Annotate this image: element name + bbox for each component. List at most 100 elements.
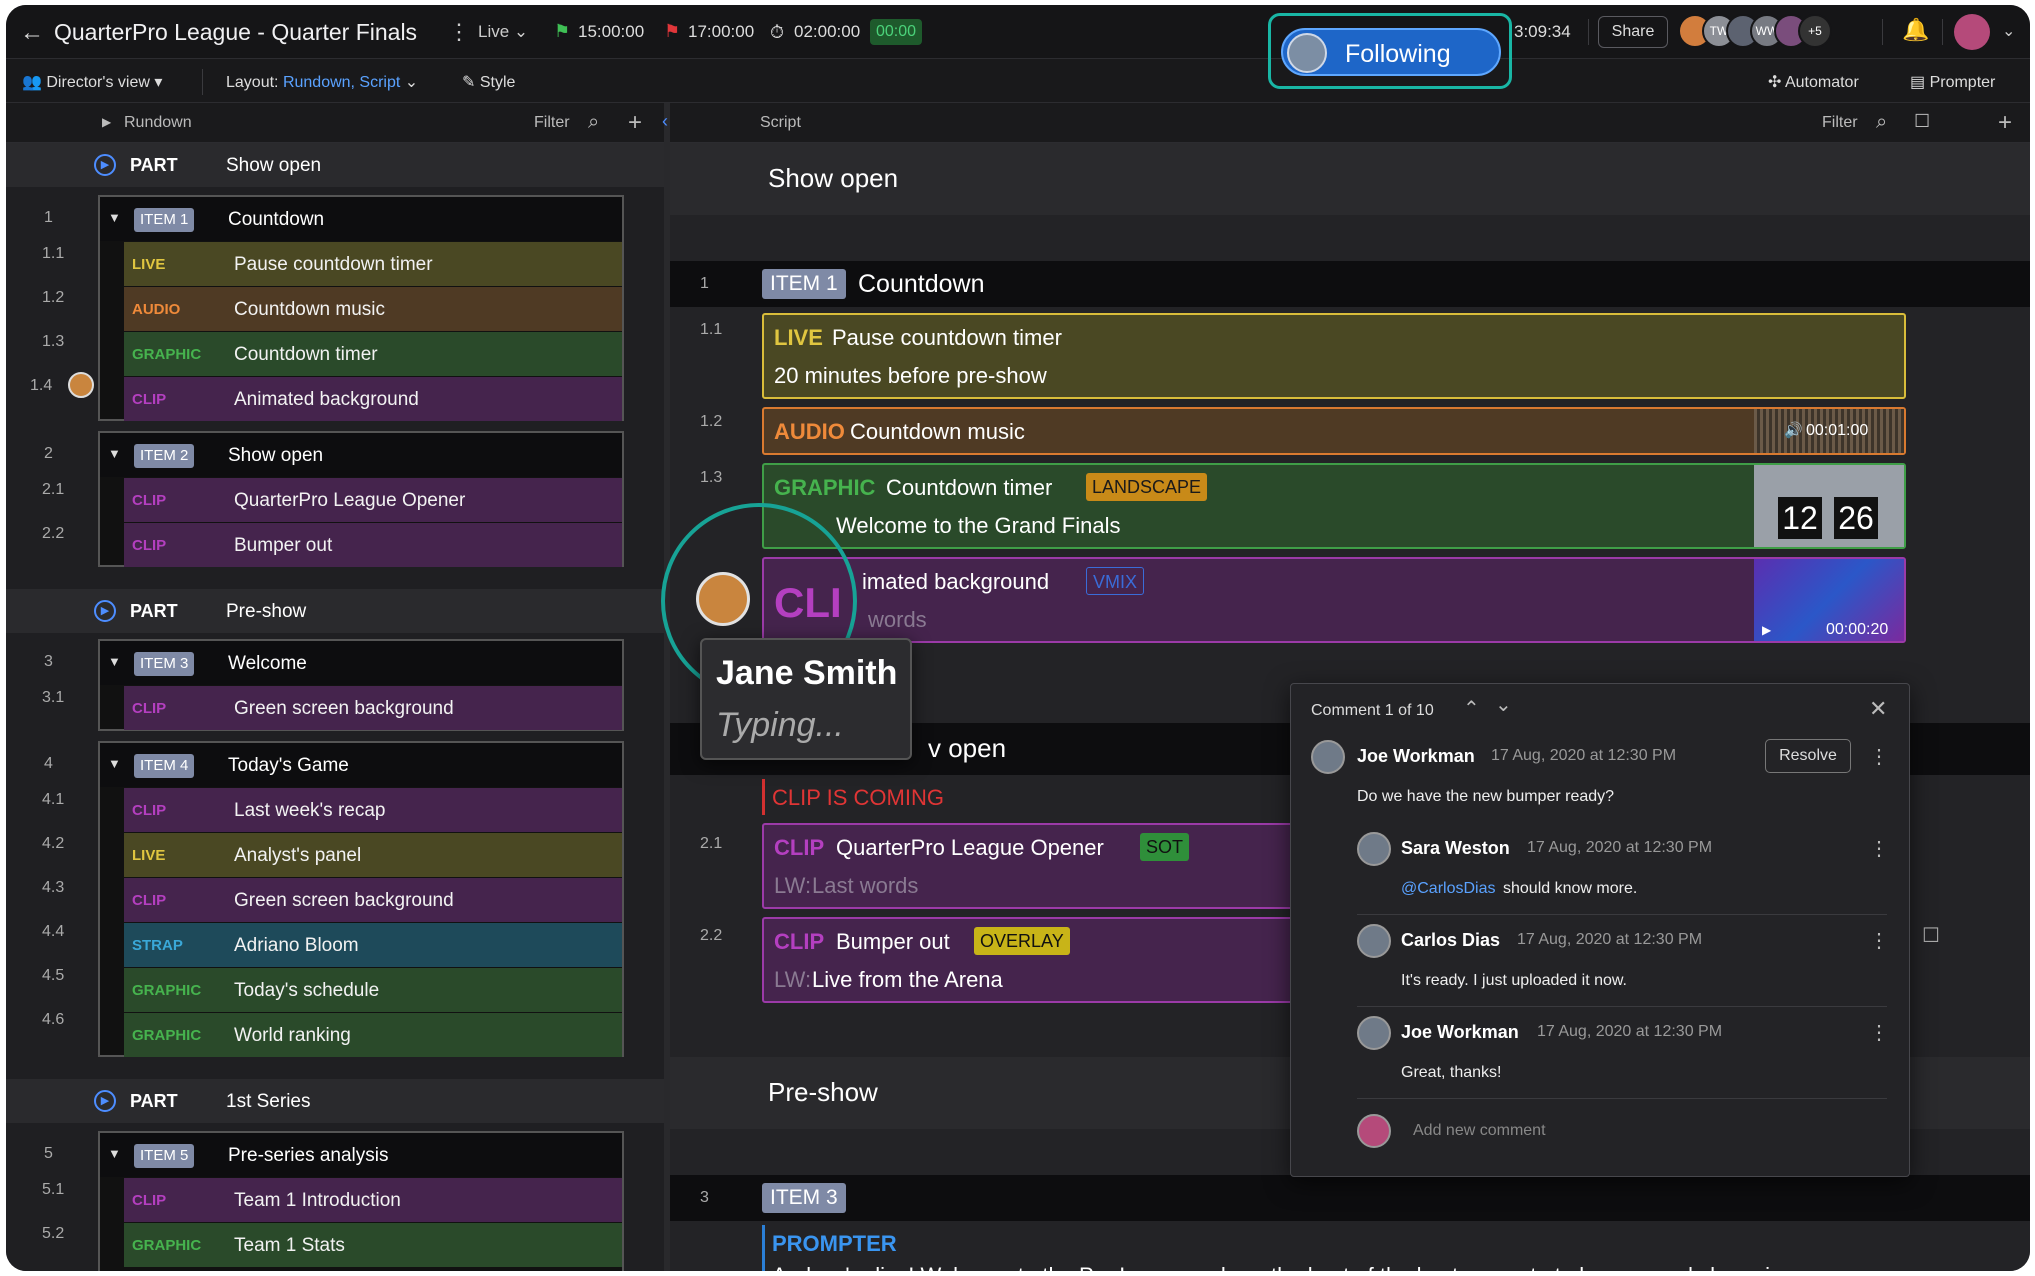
- resolve-button[interactable]: Resolve: [1765, 739, 1851, 773]
- rundown-subitem[interactable]: CLIP Team 1 Introduction: [124, 1177, 622, 1222]
- following-button[interactable]: Following: [1281, 28, 1501, 76]
- script-card-live[interactable]: LIVE Pause countdown timer 20 minutes be…: [762, 313, 1906, 399]
- style-button[interactable]: ✎ Style: [462, 72, 515, 92]
- rundown-item[interactable]: ▼ ITEM 5 Pre-series analysis CLIP Team 1 In…: [98, 1131, 624, 1271]
- layout-selector[interactable]: Layout: Rundown, Script ⌄: [226, 72, 418, 92]
- search-icon[interactable]: ⌕: [1876, 111, 1887, 134]
- prompter-button[interactable]: ▤ Prompter: [1910, 72, 1995, 92]
- collapse-chevron-icon[interactable]: ‹: [662, 111, 668, 132]
- add-comment-input[interactable]: Add new comment: [1413, 1122, 1546, 1140]
- add-icon[interactable]: +: [628, 109, 642, 137]
- rundown-subitem[interactable]: LIVE Pause countdown timer: [124, 241, 622, 286]
- prompter-text: And we're live! Welcome to the Pro Leagu…: [772, 1263, 1922, 1271]
- more-menu-icon[interactable]: ⋮: [1869, 1020, 1889, 1045]
- add-icon[interactable]: +: [1998, 109, 2012, 137]
- rundown-subitem[interactable]: CLIP QuarterPro League Opener: [124, 477, 622, 522]
- item-badge: ITEM 3: [762, 1183, 846, 1213]
- script-card-graphic[interactable]: GRAPHIC Countdown timer LANDSCAPE Welcom…: [762, 463, 1906, 549]
- type-label: GRAPHIC: [132, 1027, 202, 1044]
- item-badge: ITEM 1: [134, 208, 195, 232]
- status-dropdown[interactable]: Live ⌄: [478, 22, 528, 42]
- more-menu-icon[interactable]: ⋮: [1869, 744, 1889, 769]
- rundown-part[interactable]: ▶ PART Pre-show: [6, 589, 664, 633]
- sub-number: 5.1: [42, 1181, 65, 1198]
- type-label: GRAPHIC: [132, 346, 202, 363]
- divider: [1882, 19, 1883, 45]
- rundown-subitem[interactable]: CLIP Green screen background: [124, 877, 622, 922]
- volume-icon: 🔊: [1784, 422, 1803, 439]
- caret-right-icon[interactable]: ▶: [102, 115, 111, 129]
- script-card-audio[interactable]: AUDIO Countdown music 🔊 00:01:00: [762, 407, 1906, 455]
- back-arrow-icon[interactable]: ←: [20, 19, 44, 47]
- divider: [1357, 1098, 1887, 1099]
- prompter-icon: ▤: [1910, 74, 1926, 91]
- more-menu-icon[interactable]: ⋮: [1869, 928, 1889, 953]
- rundown-subitem[interactable]: GRAPHIC Team 1 Stats: [124, 1222, 622, 1267]
- sub-number: 1.1: [700, 321, 723, 338]
- rundown-subitem[interactable]: CLIP Green screen background: [124, 685, 622, 730]
- more-menu-icon[interactable]: ⋮: [448, 19, 470, 45]
- rundown-subitem[interactable]: LIVE Analyst's panel: [124, 832, 622, 877]
- comment-date: 17 Aug, 2020 at 12:30 PM: [1491, 747, 1677, 764]
- rundown-part[interactable]: ▶ PART Show open: [6, 143, 664, 187]
- sot-tag: SOT: [1140, 833, 1190, 861]
- chevron-down-icon[interactable]: ⌄: [2002, 21, 2015, 41]
- rundown-part[interactable]: ▶ PART 1st Series: [6, 1079, 664, 1123]
- script-item[interactable]: 3 ITEM 3: [670, 1175, 2030, 1221]
- caret-down-icon[interactable]: ▼: [108, 446, 121, 461]
- rundown-subitem[interactable]: CLIP Animated background: [124, 376, 622, 421]
- share-button[interactable]: Share: [1598, 16, 1668, 48]
- item-number: 1: [700, 275, 709, 292]
- script-item[interactable]: 1 ITEM 1 Countdown: [670, 261, 2030, 307]
- following-label: Following: [1345, 40, 1451, 68]
- user-avatar[interactable]: [1954, 14, 1990, 50]
- rundown-item[interactable]: ▼ ITEM 3 Welcome CLIP Green screen backgrou…: [98, 639, 624, 731]
- rundown-item[interactable]: ▼ ITEM 4 Today's Game CLIP Last week's reca…: [98, 741, 624, 1057]
- audio-waveform: 🔊 00:01:00: [1754, 409, 1904, 453]
- rundown-subitem[interactable]: GRAPHIC World ranking: [124, 1012, 622, 1057]
- rundown-subitem[interactable]: STRAP Adriano Bloom: [124, 922, 622, 967]
- jane-avatar[interactable]: [696, 572, 750, 626]
- script-title: Script: [760, 114, 801, 131]
- chevron-down-icon[interactable]: ⌄: [1495, 692, 1512, 717]
- caret-down-icon[interactable]: ▼: [108, 756, 121, 771]
- caret-down-icon[interactable]: ▼: [108, 654, 121, 669]
- comment-icon[interactable]: ☐: [1914, 111, 1930, 132]
- rundown-subitem[interactable]: AUDIO Countdown music: [124, 286, 622, 331]
- subitem-name: World ranking: [234, 1025, 351, 1046]
- subitem-name: Animated background: [234, 389, 419, 410]
- item-number: 5: [44, 1145, 53, 1162]
- rundown-panel: ▶ PART Show open 1 1.1 1.2 1.3 1.4 ▼ ITEM 1…: [6, 143, 664, 1271]
- rundown-subitem[interactable]: CLIP Last week's recap: [124, 787, 622, 832]
- more-avatars-count[interactable]: +5: [1798, 14, 1832, 48]
- script-card-clip[interactable]: CLI imated background VMIX words ▶ 00:00…: [762, 557, 1906, 643]
- comment-text: should know more.: [1503, 880, 1638, 897]
- chevron-up-icon[interactable]: ⌃: [1463, 696, 1480, 721]
- mention-link[interactable]: @CarlosDias: [1401, 880, 1495, 898]
- script-filter[interactable]: Filter: [1822, 114, 1858, 132]
- sub-number: 2.1: [700, 835, 723, 852]
- rundown-item[interactable]: ▼ ITEM 2 Show open CLIP QuarterPro League O…: [98, 431, 624, 567]
- caret-down-icon[interactable]: ▼: [108, 210, 121, 225]
- sub-number: 4.3: [42, 879, 65, 896]
- view-selector[interactable]: 👥 Director's view ▾: [22, 72, 162, 92]
- comment-icon[interactable]: ☐: [1922, 923, 1940, 948]
- divider: [1588, 19, 1589, 45]
- item-name: Pre-series analysis: [228, 1145, 389, 1166]
- view-label: Director's view: [46, 74, 150, 91]
- rundown-subitem[interactable]: GRAPHIC Today's schedule: [124, 967, 622, 1012]
- audio-duration: 00:01:00: [1806, 422, 1869, 439]
- rundown-subitem[interactable]: CLIP Bumper out: [124, 522, 622, 567]
- rundown-item[interactable]: ▼ ITEM 1 Countdown LIVE Pause countdown tim…: [98, 195, 624, 421]
- notification-bell-icon[interactable]: 🔔: [1902, 17, 1929, 43]
- close-icon[interactable]: ✕: [1869, 696, 1887, 722]
- caret-down-icon[interactable]: ▼: [108, 1146, 121, 1161]
- play-icon[interactable]: ▶: [1762, 623, 1771, 637]
- item-number: 1: [44, 209, 53, 226]
- rundown-subitem[interactable]: GRAPHIC Countdown timer: [124, 331, 622, 376]
- search-icon[interactable]: ⌕: [588, 111, 599, 134]
- automator-button[interactable]: ✣ Automator: [1768, 72, 1859, 92]
- rundown-filter[interactable]: Filter: [534, 114, 570, 132]
- comment-text: Do we have the new bumper ready?: [1357, 788, 1615, 805]
- more-menu-icon[interactable]: ⋮: [1869, 836, 1889, 861]
